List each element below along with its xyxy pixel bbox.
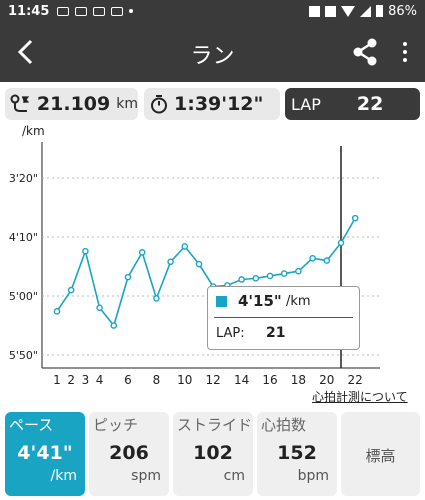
distance-stat: 21.109 km	[5, 88, 138, 120]
pace-point	[181, 243, 189, 250]
x-tick-label: 8	[153, 373, 161, 387]
pace-chart[interactable]: 3'20" 4'10" 5'00" 5'50" 1 2 4 6 8 10 12 14 16 18 20 22 3	[0, 120, 425, 410]
pace-point	[295, 267, 302, 275]
tab-elevation[interactable]: 標高	[341, 412, 420, 496]
x-tick-label: 4	[96, 373, 104, 387]
tooltip-divider	[214, 317, 353, 318]
more-vert-icon	[403, 42, 407, 46]
pace-point	[309, 254, 316, 262]
duration-value: 1:39'12"	[174, 93, 264, 115]
tooltip-pace-unit: /km	[286, 294, 311, 309]
tab-stride[interactable]: ストライド 102 cm	[173, 412, 253, 496]
status-bar: 11:45 86%	[0, 0, 425, 22]
pace-point	[82, 247, 89, 255]
tab-value: 206	[109, 442, 149, 464]
pace-point	[110, 322, 118, 329]
tab-value: 4'41"	[17, 442, 73, 464]
notification-icons	[57, 6, 134, 16]
x-tick-label: 14	[234, 373, 249, 387]
tab-unit: spm	[131, 468, 161, 484]
pace-point	[153, 295, 160, 302]
pace-chart-svg[interactable]: 3'20" 4'10" 5'00" 5'50" 1 2 4 6 8 10 12 14 16 18 20 22 3	[0, 120, 425, 410]
pace-point	[167, 258, 174, 266]
pace-point	[337, 239, 345, 247]
lap-stat: LAP 22	[285, 88, 420, 120]
pace-point	[96, 304, 103, 312]
tab-label: ストライド	[177, 416, 253, 434]
y-tick-label: 5'50"	[9, 349, 38, 362]
tab-label: 標高	[365, 447, 396, 465]
pace-point	[53, 308, 61, 315]
tab-value: 102	[193, 442, 233, 464]
lap-count: 22	[356, 93, 384, 115]
pace-point	[124, 273, 132, 281]
x-tick-label: 2	[67, 373, 75, 387]
metric-tabs: ペース 4'41" /km ピッチ 206 spm ストライド 102 cm 心…	[0, 410, 425, 500]
notification-icon	[57, 6, 70, 16]
summary-stats: 21.109 km 1:39'12" LAP 22	[0, 82, 425, 124]
x-tick-label: 12	[206, 373, 221, 387]
tooltip-lap-label: LAP:	[216, 326, 245, 341]
lap-label: LAP	[291, 94, 321, 114]
pace-point	[138, 249, 146, 256]
mail-icon	[111, 6, 124, 16]
pace-point	[238, 276, 245, 283]
distance-value: 21.109	[36, 93, 111, 115]
tab-value: 152	[277, 442, 317, 464]
signal-icon	[360, 5, 372, 17]
pace-point	[266, 272, 274, 280]
y-tick-label: 4'10"	[9, 231, 38, 244]
pace-point	[195, 260, 203, 268]
pace-point	[67, 286, 75, 294]
tab-pace[interactable]: ペース 4'41" /km	[5, 412, 85, 496]
x-tick-label: 10	[177, 373, 192, 387]
more-notifications-icon	[129, 9, 134, 13]
tab-label: 心拍数	[261, 416, 307, 434]
wifi-icon	[341, 5, 356, 17]
heart-rate-info-link[interactable]: 心拍計測について	[312, 388, 408, 405]
y-tick-label: 5'00"	[9, 290, 38, 303]
status-time: 11:45	[8, 3, 50, 19]
x-tick-label: 16	[262, 373, 277, 387]
tab-label: ピッチ	[93, 416, 139, 434]
stopwatch-icon	[151, 95, 167, 114]
y-tick-label: 3'20"	[9, 172, 38, 185]
x-tick-label: 18	[291, 373, 306, 387]
x-tick-label: 20	[319, 373, 334, 387]
route-icon	[10, 94, 30, 112]
battery-level: 86%	[388, 3, 417, 19]
pace-point	[351, 214, 359, 222]
pace-point	[323, 257, 331, 264]
x-tick-label: 1	[53, 373, 61, 387]
app-bar: ラン	[0, 22, 425, 82]
more-menu-button[interactable]	[395, 36, 415, 68]
duration-stat: 1:39'12"	[144, 88, 280, 120]
mail-icon	[93, 6, 106, 16]
x-tick-label: 3	[82, 373, 90, 387]
tab-unit: cm	[223, 468, 245, 484]
series-swatch	[216, 296, 227, 307]
share-button[interactable]	[350, 36, 380, 68]
x-tick-label: 6	[124, 373, 132, 387]
share-icon	[353, 38, 377, 66]
x-tick-label: 22	[348, 373, 363, 387]
tooltip-lap-value: 21	[266, 325, 286, 341]
chart-tooltip: 4'15" /km LAP: 21	[207, 286, 360, 350]
tab-unit: /km	[50, 468, 77, 484]
tooltip-pace: 4'15"	[238, 292, 282, 310]
tab-cadence[interactable]: ピッチ 206 spm	[89, 412, 169, 496]
vibrate-icon	[325, 5, 337, 17]
tab-heart-rate[interactable]: 心拍数 152 bpm	[257, 412, 337, 496]
pace-point	[252, 274, 260, 282]
distance-unit: km	[116, 96, 138, 112]
lock-icon	[309, 5, 321, 17]
tab-label: ペース	[9, 416, 54, 434]
mail-icon	[75, 6, 88, 16]
battery-icon	[376, 5, 384, 17]
tab-unit: bpm	[297, 468, 329, 484]
pace-point	[280, 270, 288, 277]
system-icons: 86%	[309, 4, 417, 19]
